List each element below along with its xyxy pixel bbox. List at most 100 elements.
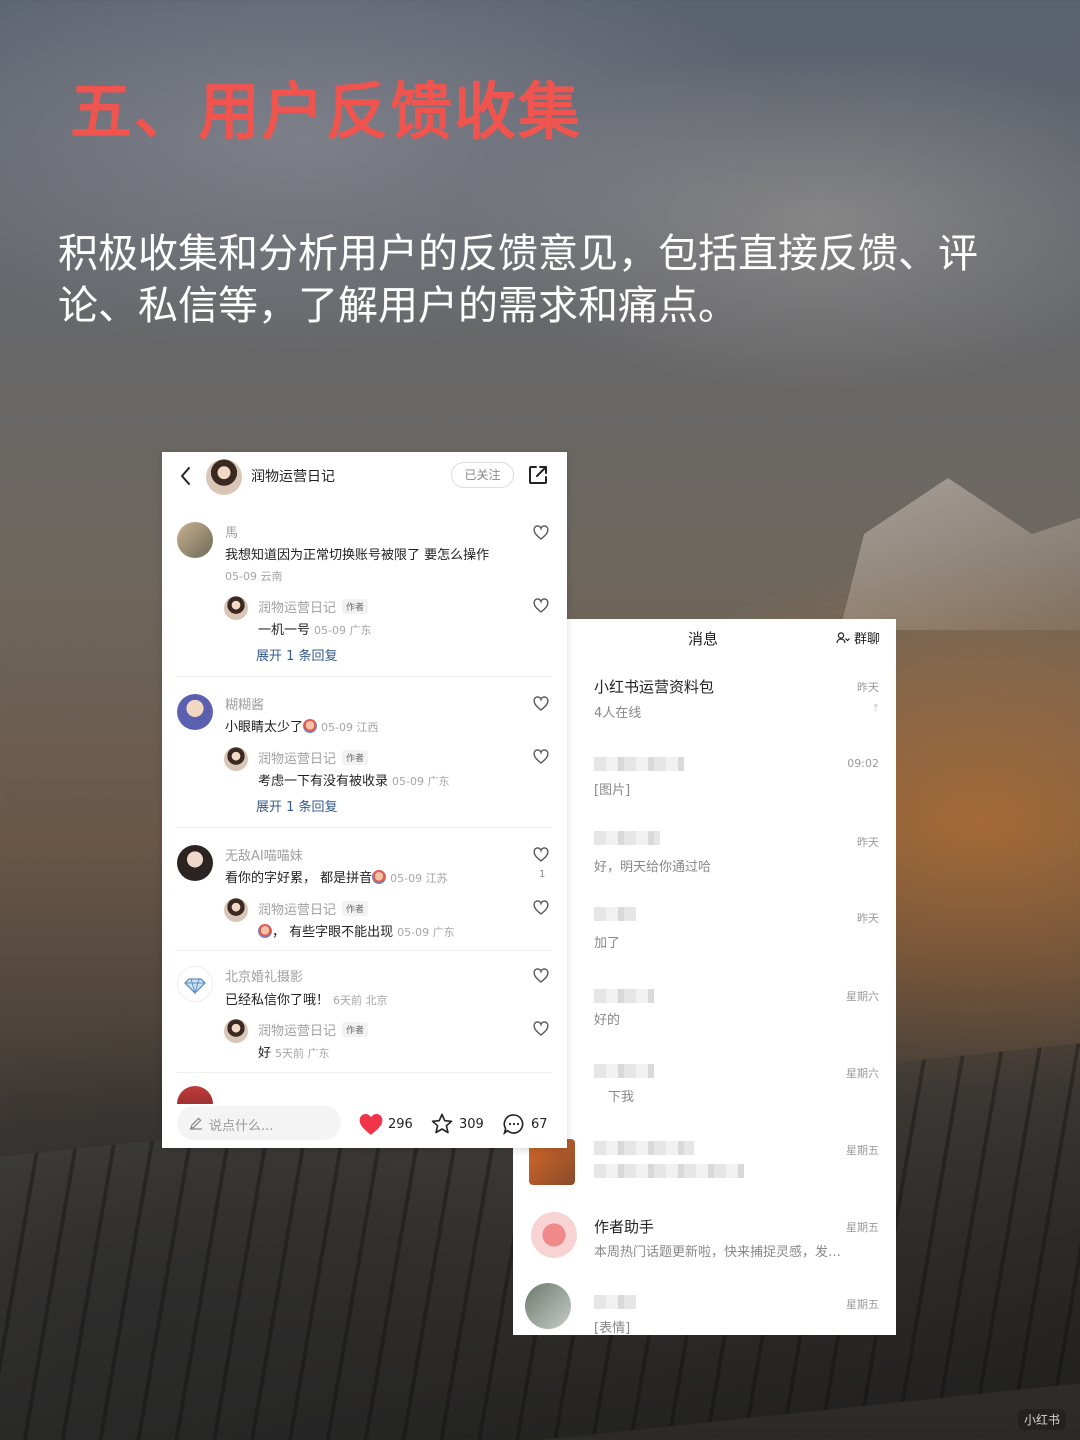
message-time: 星期五 (846, 1144, 879, 1157)
like-button[interactable]: 296 (358, 1112, 413, 1136)
author-tag: 作者 (342, 599, 369, 614)
like-heart-icon[interactable] (532, 1020, 550, 1038)
like-heart-icon[interactable] (532, 524, 550, 542)
pin-icon: ⤒ (873, 703, 878, 714)
message-preview: 加了 (594, 936, 621, 951)
message-time: 09:02 (847, 757, 879, 770)
collect-count: 309 (459, 1116, 484, 1132)
divider (176, 950, 552, 951)
message-row[interactable] (513, 1196, 896, 1273)
avatar[interactable] (177, 966, 213, 1002)
like-count: 296 (388, 1116, 413, 1132)
avatar (525, 1283, 571, 1329)
like-heart-icon[interactable] (532, 597, 550, 615)
message-row[interactable] (513, 1042, 896, 1119)
message-preview: [表情] (594, 1321, 631, 1335)
comment-input[interactable]: 说点什么... (177, 1106, 341, 1140)
star-icon (431, 1113, 453, 1134)
comment-placeholder: 说点什么... (209, 1119, 274, 1134)
expand-replies-link[interactable]: 展开 1 条回复 (256, 796, 338, 815)
headline: 五、用户反馈收集 (70, 75, 583, 148)
author-name[interactable]: 润物运营日记 (251, 466, 335, 486)
reply-username[interactable]: 润物运营日记 作者 (258, 899, 369, 918)
message-row[interactable] (513, 1273, 896, 1335)
author-avatar[interactable] (224, 898, 248, 922)
like-heart-icon[interactable] (532, 899, 550, 917)
message-time: 昨天 (857, 681, 879, 694)
message-row[interactable] (513, 965, 896, 1042)
messages-header: 消息 群聊 (513, 619, 896, 657)
message-time: 星期六 (846, 1067, 879, 1080)
comment-date: 05-09 云南 (225, 570, 283, 583)
comment-text: 小眼睛太少了 05-09 江西 (225, 719, 379, 735)
collect-button[interactable]: 309 (429, 1112, 484, 1136)
avatar[interactable] (177, 845, 213, 881)
blurred-name (594, 1064, 654, 1078)
blurred-name (594, 907, 636, 921)
blurred-preview (594, 1164, 744, 1178)
blurred-name (594, 757, 684, 771)
author-avatar[interactable] (224, 596, 248, 620)
author-avatar[interactable] (206, 459, 242, 495)
like-heart-icon[interactable] (532, 846, 550, 864)
emoji-icon (303, 719, 318, 733)
comment-username[interactable]: 糊糊酱 (225, 694, 264, 713)
share-icon[interactable] (526, 463, 550, 487)
message-time: 星期六 (846, 990, 879, 1003)
like-count: 1 (539, 869, 546, 880)
comment-username[interactable]: 无敌AI喵喵妹 (225, 845, 303, 864)
author-avatar[interactable] (224, 1019, 248, 1043)
message-time: 星期五 (846, 1221, 879, 1234)
reply-username[interactable]: 润物运营日记 作者 (258, 597, 369, 616)
comment-text: 已经私信你了哦！ 6天前 北京 (225, 993, 388, 1008)
author-avatar[interactable] (224, 747, 248, 771)
divider (176, 827, 552, 828)
group-chat-button[interactable]: 群聊 (836, 628, 880, 647)
group-chat-icon (836, 631, 850, 643)
like-heart-icon[interactable] (532, 695, 550, 713)
reply-text: 好 5天前 广东 (258, 1046, 330, 1061)
message-row[interactable] (513, 734, 896, 811)
blurred-name (594, 831, 660, 845)
message-preview: 下我 (608, 1090, 635, 1105)
blurred-name (594, 1295, 636, 1309)
comment-button[interactable]: 67 (501, 1112, 548, 1136)
comment-username[interactable]: 北京婚礼摄影 (225, 966, 303, 985)
avatar[interactable] (177, 694, 213, 730)
message-row[interactable] (513, 1119, 896, 1196)
message-name: 作者助手 (594, 1218, 655, 1236)
comment-panel: 润物运营日记 已关注 馬 我想知道因为正常切换账号被限了 要怎么操作 05-09… (162, 452, 567, 1148)
author-tag: 作者 (342, 901, 369, 916)
reply-text: 一机一号 05-09 广东 (258, 623, 372, 638)
pencil-icon (190, 1117, 202, 1130)
reply-text: ， 有些字眼不能出现 05-09 广东 (258, 921, 455, 940)
author-tag: 作者 (342, 750, 369, 765)
comment-bubble-icon (503, 1114, 524, 1136)
reply-username[interactable]: 润物运营日记 作者 (258, 1020, 369, 1039)
reply-username[interactable]: 润物运营日记 作者 (258, 748, 369, 767)
watermark: 小红书 (1017, 1409, 1066, 1430)
like-heart-icon[interactable] (532, 967, 550, 985)
heart-filled-icon (359, 1114, 383, 1135)
divider (176, 1072, 552, 1073)
expand-replies-link[interactable]: 展开 1 条回复 (256, 645, 338, 664)
message-row[interactable] (513, 888, 896, 965)
diamond-icon (184, 978, 206, 995)
message-preview: [图片] (594, 783, 631, 798)
avatar[interactable] (177, 522, 213, 558)
author-tag: 作者 (342, 1022, 369, 1037)
messages-title: 消息 (688, 630, 719, 648)
comment-username[interactable]: 馬 (225, 522, 238, 541)
back-arrow-icon[interactable] (176, 464, 196, 488)
message-time: 昨天 (857, 912, 879, 925)
follow-button[interactable]: 已关注 (451, 462, 514, 488)
comment-text: 看你的字好累， 都是拼音 05-09 江苏 (225, 870, 448, 886)
comment-count: 67 (531, 1116, 548, 1132)
message-preview: 本周热门话题更新啦，快来捕捉灵感，发… (594, 1245, 842, 1260)
message-row[interactable] (513, 811, 896, 888)
blurred-name (594, 1141, 694, 1155)
like-heart-icon[interactable] (532, 748, 550, 766)
divider (176, 676, 552, 677)
blurred-name (594, 989, 654, 1003)
message-preview: 好，明天给你通过哈 (594, 860, 712, 875)
